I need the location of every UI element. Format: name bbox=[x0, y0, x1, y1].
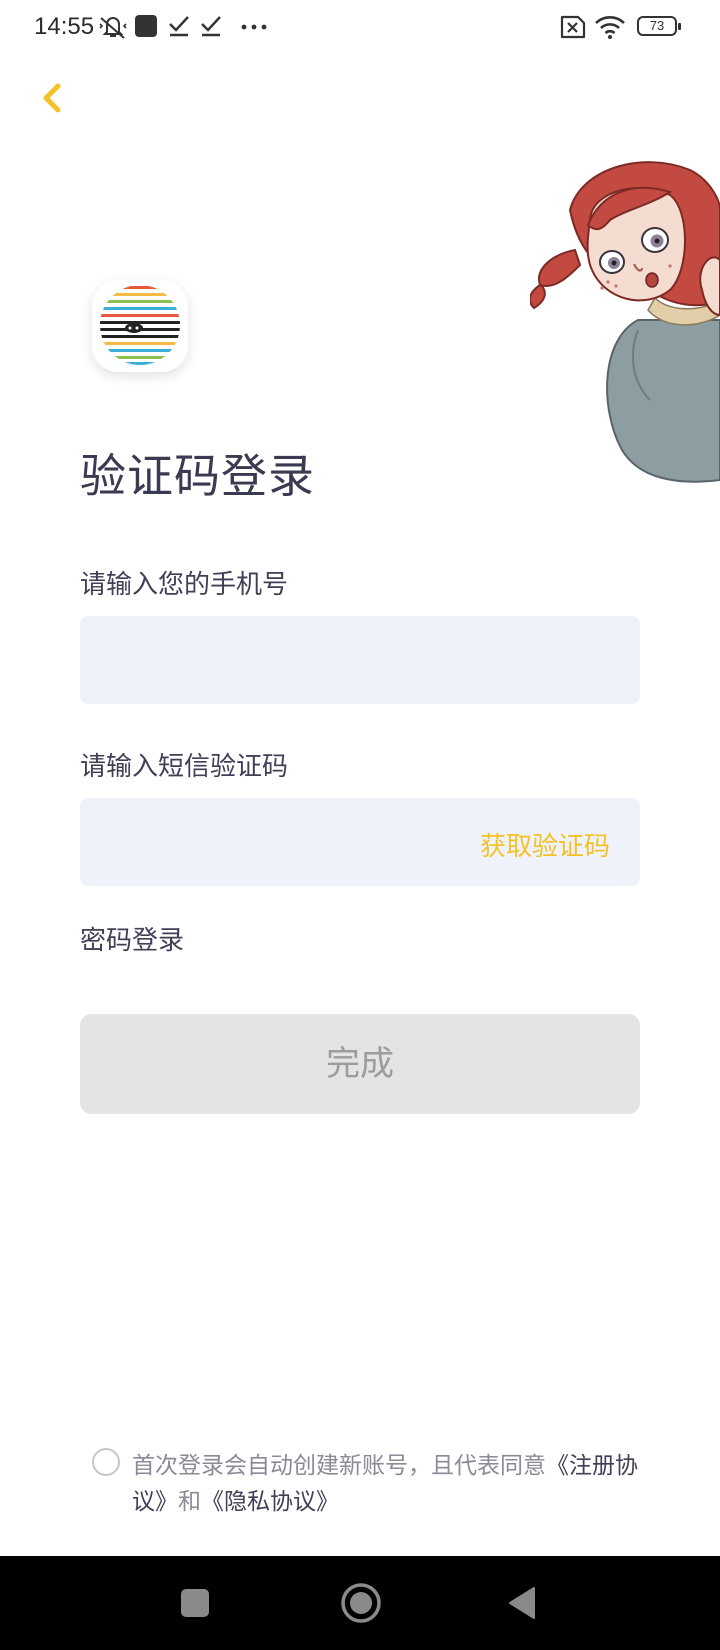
get-code-button[interactable]: 获取验证码 bbox=[480, 826, 610, 863]
back-button[interactable] bbox=[30, 76, 74, 120]
app-square-icon bbox=[135, 15, 157, 37]
more-dots-icon bbox=[241, 24, 267, 30]
password-login-link[interactable]: 密码登录 bbox=[80, 920, 184, 957]
status-bar: 14:55 73 bbox=[0, 0, 720, 56]
agreement-text: 首次登录会自动创建新账号，且代表同意《注册协议》和《隐私协议》 bbox=[132, 1448, 642, 1520]
wifi-icon bbox=[595, 16, 625, 39]
app-logo bbox=[92, 280, 188, 372]
agreement-prefix: 首次登录会自动创建新账号，且代表同意 bbox=[132, 1453, 546, 1479]
mute-vibrate-icon bbox=[99, 17, 127, 39]
agreement-and: 和 bbox=[178, 1489, 201, 1515]
navigation-bar bbox=[0, 1556, 720, 1650]
page-title: 验证码登录 bbox=[80, 449, 315, 503]
check-icon bbox=[169, 16, 189, 37]
back-triangle-icon[interactable] bbox=[506, 1586, 538, 1620]
no-sim-icon bbox=[560, 15, 586, 39]
app-logo-icon bbox=[100, 286, 180, 365]
submit-button[interactable]: 完成 bbox=[80, 1014, 640, 1114]
agree-radio[interactable] bbox=[92, 1448, 120, 1476]
phone-label: 请输入您的手机号 bbox=[80, 570, 289, 600]
code-input[interactable]: 获取验证码 bbox=[80, 798, 640, 886]
recents-square-icon[interactable] bbox=[180, 1588, 210, 1618]
code-label: 请输入短信验证码 bbox=[80, 752, 289, 782]
chevron-left-icon bbox=[43, 83, 61, 113]
battery-icon: 73 bbox=[637, 16, 681, 36]
check-icon bbox=[201, 16, 221, 37]
girl-illustration bbox=[530, 161, 720, 483]
phone-input[interactable] bbox=[80, 616, 640, 704]
home-circle-icon[interactable] bbox=[340, 1582, 382, 1624]
status-time: 14:55 bbox=[34, 13, 95, 40]
privacy-agreement-link[interactable]: 《隐私协议》 bbox=[201, 1489, 339, 1515]
